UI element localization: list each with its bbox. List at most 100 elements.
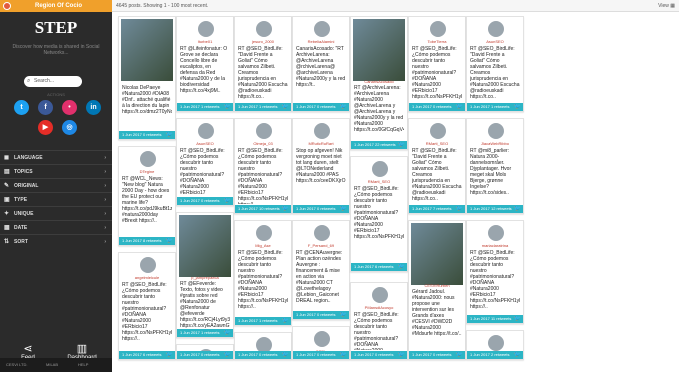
post-username[interactable]: angelmlelcule [119, 275, 175, 280]
post-card[interactable]: F_Persand_69 RT @CENAuvergne: Plan action… [292, 220, 350, 320]
twitter-bird-icon[interactable]: 🐦 [456, 103, 463, 111]
twitter-bird-icon[interactable]: 🐦 [514, 103, 521, 111]
twitter-bird-icon[interactable]: 🐦 [282, 317, 289, 325]
flickr-icon[interactable]: • [62, 100, 77, 115]
avatar[interactable] [488, 123, 504, 139]
nav-sort[interactable]: ⇅ SORT › [0, 234, 112, 248]
linkedin-icon[interactable]: in [86, 100, 101, 115]
twitter-bird-icon[interactable]: 🐦 [514, 205, 521, 213]
avatar[interactable] [372, 287, 388, 303]
post-username[interactable]: PMansdiAcosyo [351, 305, 407, 310]
post-username[interactable]: Iturbe01 [177, 39, 233, 44]
avatar[interactable] [256, 123, 272, 139]
post-username[interactable]: Mig_Ase [235, 243, 291, 248]
post-photo[interactable] [353, 19, 405, 81]
avatar[interactable] [198, 123, 214, 139]
footer-link-cesvi[interactable]: CESVI LTD. [6, 358, 28, 372]
nav-type[interactable]: ▣ TYPE › [0, 192, 112, 206]
post-card[interactable]: angelmlelcule RT @SEO_BirdLife: ¿Cómo pod… [118, 252, 176, 360]
post-username[interactable]: mariaclaratrina [467, 243, 523, 248]
post-card[interactable]: MRuticRuRart Stop op afgeven! Nik vergron… [292, 118, 350, 214]
twitter-bird-icon[interactable]: 🐦 [340, 103, 347, 111]
avatar[interactable] [488, 335, 504, 351]
post-card[interactable]: TobeTierra RT @SEO_BirdLife: ¿Cómo podemo… [408, 16, 466, 112]
footer-link-help[interactable]: HELP [78, 358, 88, 372]
avatar[interactable] [314, 123, 330, 139]
post-card[interactable]: DTegine RT @WCL_News: "New blog" Natura 2… [118, 146, 176, 246]
twitter-bird-icon[interactable]: 🐦 [398, 141, 405, 149]
post-card[interactable]: p_jamprepaeca RT @EFeverde: Texto, fotos … [176, 212, 234, 338]
post-username[interactable]: RMarti_SEO [409, 141, 465, 146]
post-photo[interactable] [411, 223, 463, 285]
post-card[interactable]: CESVIRurben Gérard Jadoul. #Natura2000: n… [408, 220, 466, 360]
youtube-icon[interactable]: ▶ [38, 120, 53, 135]
avatar[interactable] [488, 225, 504, 241]
twitter-bird-icon[interactable]: 🐦 [166, 351, 173, 359]
post-username[interactable]: AsunSEO [467, 39, 523, 44]
post-username[interactable]: JlacaWebRibbo [467, 141, 523, 146]
twitter-icon[interactable]: t [14, 100, 29, 115]
post-username[interactable]: AsunSEO [177, 141, 233, 146]
nav-date[interactable]: ▦ DATE › [0, 220, 112, 234]
twitter-bird-icon[interactable]: 🐦 [514, 315, 521, 323]
post-card[interactable]: AsunSEO RT @SEO_BirdLife: ¿Cómo podemos d… [176, 118, 234, 206]
post-username[interactable]: TobeTierra [409, 39, 465, 44]
post-username[interactable]: F_Persand_69 [293, 243, 349, 248]
avatar[interactable] [256, 225, 272, 241]
twitter-bird-icon[interactable]: 🐦 [456, 205, 463, 213]
avatar[interactable] [372, 161, 388, 177]
post-username[interactable]: CESVIRurben [409, 283, 465, 288]
post-card[interactable]: Olmeja_03 RT @SEO_BirdLife: ¿Cómo podemos… [234, 118, 292, 214]
avatar[interactable] [198, 21, 214, 37]
avatar[interactable] [314, 331, 330, 347]
twitter-bird-icon[interactable]: 🐦 [166, 131, 173, 139]
post-card[interactable]: CanariAcosadoRT @LifeNatur: Un proyecto … [234, 332, 292, 360]
twitter-bird-icon[interactable]: 🐦 [282, 103, 289, 111]
post-photo[interactable] [179, 215, 231, 277]
nav-topics[interactable]: ▤ TOPICS › [0, 164, 112, 178]
post-card[interactable]: RebeliaAlamini CanarisAcosado: "RT Archiv… [292, 16, 350, 112]
twitter-bird-icon[interactable]: 🐦 [224, 197, 231, 205]
avatar[interactable] [430, 21, 446, 37]
post-username[interactable]: MRuticRuRart [293, 141, 349, 146]
avatar[interactable] [140, 257, 156, 273]
nav-language[interactable]: ◼ LANGUAGE › [0, 150, 112, 164]
post-card[interactable]: RMarti_SEO RT @SEO_BirdLife: ¿Cómo podemo… [350, 156, 408, 272]
twitter-bird-icon[interactable]: 🐦 [456, 351, 463, 359]
avatar[interactable] [430, 123, 446, 139]
post-card[interactable]: AsunSEO RT @SEO_BirdLife: "David Frente a… [466, 16, 524, 112]
twitter-bird-icon[interactable]: 🐦 [340, 311, 347, 319]
post-card[interactable]: mariaclaratrina RT @SEO_BirdLife: ¿Cómo p… [466, 220, 524, 324]
twitter-bird-icon[interactable]: 🐦 [514, 351, 521, 359]
twitter-bird-icon[interactable]: 🐦 [282, 205, 289, 213]
post-card[interactable]: arreaghRT @SEO_BirdLife: ¿Cómo podemos d… [466, 330, 524, 360]
avatar[interactable] [314, 225, 330, 241]
post-card[interactable]: OPELRT @IEEP_eu: Read @ardemmethe & @Koe… [292, 326, 350, 360]
twitter-bird-icon[interactable]: 🐦 [398, 263, 405, 271]
post-username[interactable]: CanarisAcosado [351, 79, 407, 84]
instagram-icon[interactable]: ◎ [62, 120, 77, 135]
twitter-bird-icon[interactable]: 🐦 [166, 237, 173, 245]
nav-unique[interactable]: ✦ UNIQUE › [0, 206, 112, 220]
twitter-bird-icon[interactable]: 🐦 [224, 103, 231, 111]
footer-link-milab[interactable]: MILAB [46, 358, 58, 372]
post-username[interactable]: RMarti_SEO [351, 179, 407, 184]
avatar[interactable] [140, 151, 156, 167]
post-card[interactable]: gfepEU Natura 2000 Award 2018: Call for … [176, 344, 234, 360]
avatar[interactable] [256, 21, 272, 37]
post-photo[interactable] [121, 19, 173, 81]
twitter-bird-icon[interactable]: 🐦 [340, 351, 347, 359]
post-card[interactable]: RMarti_SEO RT @SEO_BirdLife: "David Frent… [408, 118, 466, 214]
facebook-icon[interactable]: f [38, 100, 53, 115]
post-card[interactable]: Mig_Ase RT @SEO_BirdLife: ¿Cómo podemos d… [234, 220, 292, 326]
post-card[interactable]: jesuro_2000 RT @SEO_BirdLife: "David Fren… [234, 16, 292, 112]
twitter-bird-icon[interactable]: 🐦 [224, 351, 231, 359]
avatar[interactable] [314, 21, 330, 37]
post-card[interactable]: PMansdiAcosyo RT @SEO_BirdLife: ¿Cómo pod… [350, 282, 408, 360]
post-username[interactable]: RebeliaAlamini [293, 39, 349, 44]
twitter-bird-icon[interactable]: 🐦 [398, 351, 405, 359]
avatar[interactable] [488, 21, 504, 37]
brand-badge[interactable]: Region Of Cocio [0, 0, 112, 12]
view-menu[interactable]: View ▦ [658, 0, 675, 12]
twitter-bird-icon[interactable]: 🐦 [340, 205, 347, 213]
